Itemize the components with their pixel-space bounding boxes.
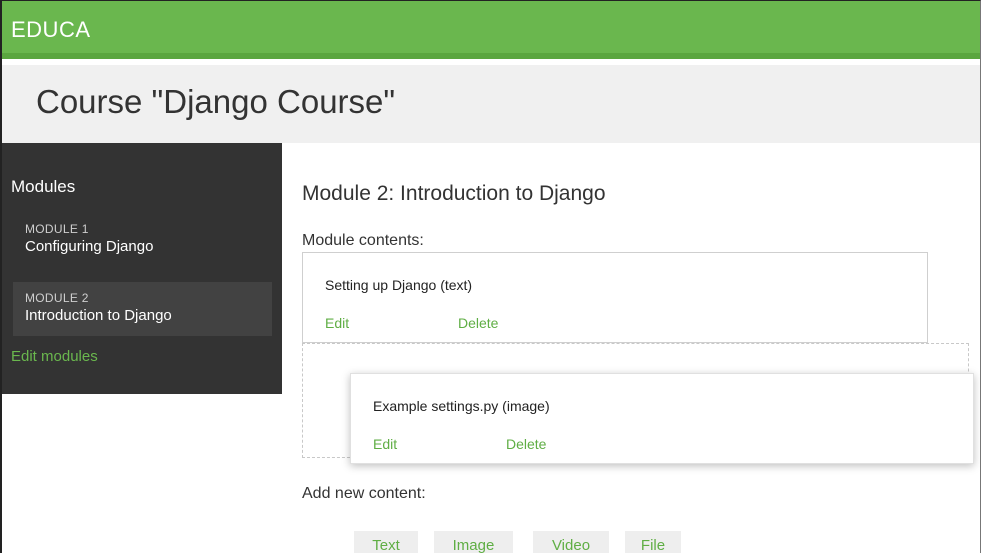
app-window: EDUCA Course "Django Course" Modules MOD…	[0, 0, 981, 553]
brand-logo[interactable]: EDUCA	[11, 17, 91, 43]
edit-content-link[interactable]: Edit	[325, 315, 349, 331]
module-number: MODULE 1	[25, 222, 89, 236]
module-title: Module 2: Introduction to Django	[302, 182, 606, 205]
course-header: Course "Django Course"	[2, 65, 980, 143]
edit-content-link[interactable]: Edit	[373, 436, 397, 452]
delete-content-link[interactable]: Delete	[506, 436, 546, 452]
module-name: Introduction to Django	[25, 307, 172, 324]
sidebar-heading: Modules	[11, 177, 76, 196]
sidebar-item-module-1[interactable]: MODULE 1 Configuring Django	[13, 213, 272, 267]
content-title: Example settings.py (image)	[373, 398, 550, 414]
edit-modules-link[interactable]: Edit modules	[11, 348, 98, 365]
add-content-label: Add new content:	[302, 485, 426, 502]
add-text-button[interactable]: Text	[354, 531, 418, 553]
add-video-button[interactable]: Video	[533, 531, 609, 553]
module-number: MODULE 2	[25, 291, 89, 305]
page-title: Course "Django Course"	[36, 83, 396, 120]
add-file-button[interactable]: File	[625, 531, 681, 553]
modules-sidebar: Modules MODULE 1 Configuring Django MODU…	[2, 143, 282, 394]
module-contents-label: Module contents:	[302, 232, 424, 249]
module-name: Configuring Django	[25, 238, 154, 255]
content-item[interactable]: Setting up Django (text) Edit Delete	[302, 252, 928, 343]
add-image-button[interactable]: Image	[434, 531, 513, 553]
top-bar: EDUCA	[2, 1, 980, 59]
delete-content-link[interactable]: Delete	[458, 315, 498, 331]
content-title: Setting up Django (text)	[325, 277, 473, 293]
dragged-content-item[interactable]: Example settings.py (image) Edit Delete	[350, 373, 974, 464]
sidebar-item-module-2[interactable]: MODULE 2 Introduction to Django	[13, 282, 272, 336]
